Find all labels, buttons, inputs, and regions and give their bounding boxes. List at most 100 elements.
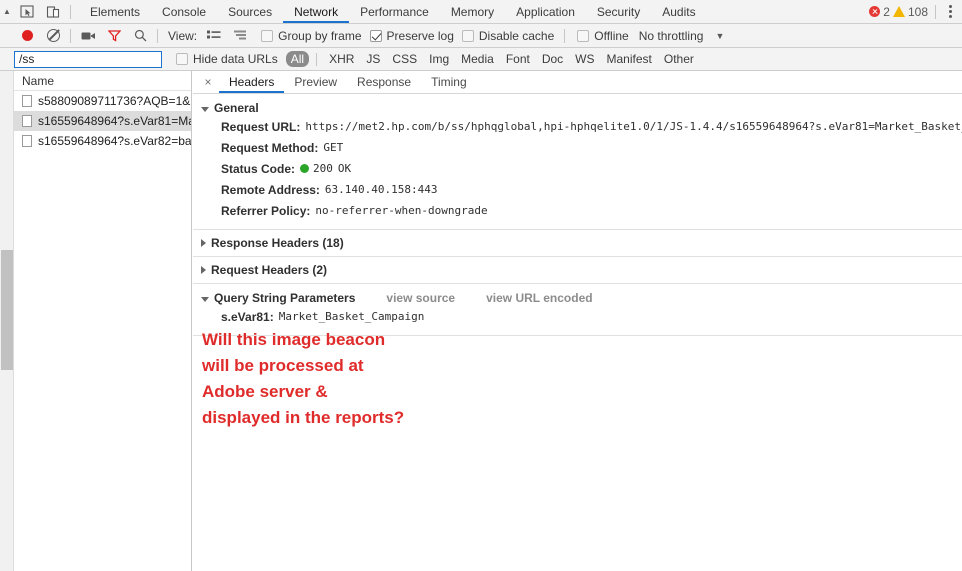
referrer-policy-value: no-referrer-when-downgrade: [315, 204, 488, 217]
status-code-row: Status Code: 200 OK: [201, 158, 962, 179]
response-headers-title: Response Headers (18): [211, 236, 344, 250]
preserve-log-label: Preserve log: [386, 28, 454, 43]
group-by-frame-checkbox[interactable]: Group by frame: [261, 28, 362, 43]
tab-elements[interactable]: Elements: [79, 0, 151, 23]
request-name: s16559648964?s.eVar81=Mar...: [38, 114, 191, 128]
disable-cache-checkbox[interactable]: Disable cache: [461, 28, 555, 43]
disable-cache-box: [461, 29, 474, 42]
chevron-right-icon: [201, 239, 206, 247]
warning-count-value: 108: [907, 4, 928, 19]
document-icon: [22, 95, 32, 107]
inspect-element-icon[interactable]: [14, 0, 40, 23]
filter-input[interactable]: [14, 50, 162, 68]
preserve-log-checkbox[interactable]: Preserve log: [369, 28, 454, 43]
filter-type-font[interactable]: Font: [501, 51, 535, 67]
tab-headers[interactable]: Headers: [219, 71, 284, 93]
error-icon: [869, 6, 881, 17]
filter-type-other[interactable]: Other: [659, 51, 699, 67]
devtools-window: ▲ Elements Console Sources Network Perfo…: [0, 0, 962, 571]
query-string-title: Query String Parameters: [214, 291, 356, 305]
group-by-frame-box: [261, 29, 274, 42]
general-section-title: General: [214, 101, 259, 115]
request-method-row: Request Method: GET: [201, 137, 962, 158]
general-section-header[interactable]: General: [201, 100, 962, 116]
offline-checkbox[interactable]: Offline: [577, 28, 629, 43]
tab-application[interactable]: Application: [505, 0, 586, 23]
detail-tabbar: × Headers Preview Response Timing: [193, 71, 962, 94]
tabbar-scroll-up-icon[interactable]: ▲: [0, 0, 14, 23]
status-code-text: OK: [337, 162, 352, 175]
camera-icon[interactable]: [75, 25, 101, 47]
record-button[interactable]: [14, 25, 40, 47]
annotation-line-2: will be processed at: [202, 356, 364, 375]
chevron-down-icon: [201, 296, 209, 302]
preserve-log-box: [369, 29, 382, 42]
request-url-row: Request URL: https://met2.hp.com/b/ss/hp…: [201, 116, 962, 137]
tab-security[interactable]: Security: [586, 0, 651, 23]
request-headers-title: Request Headers (2): [211, 263, 328, 277]
request-headers-header[interactable]: Request Headers (2): [201, 262, 962, 278]
tab-sources[interactable]: Sources: [217, 0, 283, 23]
view-source-link[interactable]: view source: [386, 291, 455, 305]
chevron-right-icon: [201, 266, 206, 274]
document-icon: [22, 135, 32, 147]
chevron-down-icon[interactable]: ▼: [715, 31, 724, 41]
query-string-header[interactable]: Query String Parameters view source view…: [201, 290, 962, 306]
filter-type-css[interactable]: CSS: [387, 51, 422, 67]
filter-type-manifest[interactable]: Manifest: [602, 51, 657, 67]
tab-memory[interactable]: Memory: [440, 0, 505, 23]
tab-performance[interactable]: Performance: [349, 0, 440, 23]
request-list-column-header: Name: [14, 71, 191, 91]
tab-timing[interactable]: Timing: [421, 71, 477, 93]
tab-console[interactable]: Console: [151, 0, 217, 23]
filter-type-media[interactable]: Media: [456, 51, 499, 67]
device-toolbar-icon[interactable]: [40, 0, 66, 23]
response-headers-section: Response Headers (18): [193, 230, 962, 257]
funnel-icon[interactable]: [101, 25, 127, 47]
filter-type-doc[interactable]: Doc: [537, 51, 568, 67]
warning-count-badge[interactable]: 108: [892, 4, 928, 19]
filter-bar: Hide data URLs All XHR JS CSS Img Media …: [0, 48, 962, 71]
request-method-value: GET: [323, 141, 344, 154]
request-url-key: Request URL:: [221, 119, 301, 134]
chevron-down-icon: [201, 106, 209, 112]
annotation-text: Will this image beacon will be processed…: [202, 327, 672, 431]
waterfall-view-icon[interactable]: [227, 25, 253, 47]
remote-address-key: Remote Address:: [221, 182, 320, 197]
filter-type-xhr[interactable]: XHR: [324, 51, 359, 67]
view-url-encoded-link[interactable]: view URL encoded: [486, 291, 592, 305]
tabbar-left-controls: ▲: [0, 0, 75, 23]
query-param-row: s.eVar81: Market_Basket_Campaign: [201, 306, 962, 327]
filter-type-all[interactable]: All: [285, 51, 310, 67]
tab-audits[interactable]: Audits: [651, 0, 706, 23]
toolbar-divider-3: [564, 28, 566, 43]
filter-type-js[interactable]: JS: [361, 51, 385, 67]
query-param-key: s.eVar81:: [221, 309, 274, 324]
left-scrollbar-thumb[interactable]: [1, 250, 13, 370]
group-by-frame-label: Group by frame: [278, 28, 362, 43]
request-url-value[interactable]: https://met2.hp.com/b/ss/hphqglobal,hpi-…: [305, 120, 962, 133]
response-headers-header[interactable]: Response Headers (18): [201, 235, 962, 251]
filter-type-ws[interactable]: WS: [570, 51, 599, 67]
throttling-select[interactable]: No throttling: [639, 29, 704, 43]
referrer-policy-key: Referrer Policy:: [221, 203, 311, 218]
search-icon[interactable]: [127, 25, 153, 47]
tab-network[interactable]: Network: [283, 0, 349, 23]
remote-address-value: 63.140.40.158:443: [324, 183, 438, 196]
error-count-badge[interactable]: 2: [869, 5, 890, 19]
offline-label: Offline: [594, 28, 629, 43]
table-row[interactable]: s58809089711736?AQB=1&n...: [14, 91, 191, 111]
table-row[interactable]: s16559648964?s.eVar81=Mar...: [14, 111, 191, 131]
kebab-menu-icon[interactable]: [943, 5, 958, 18]
table-row[interactable]: s16559648964?s.eVar82=ban...: [14, 131, 191, 151]
disable-cache-label: Disable cache: [478, 28, 555, 43]
hide-data-urls-checkbox[interactable]: Hide data URLs: [176, 52, 278, 66]
close-icon[interactable]: ×: [197, 71, 219, 93]
list-view-icon[interactable]: [201, 25, 227, 47]
tab-response[interactable]: Response: [347, 71, 421, 93]
clear-icon[interactable]: [40, 25, 66, 47]
filter-type-img[interactable]: Img: [424, 51, 454, 67]
tab-preview[interactable]: Preview: [284, 71, 347, 93]
left-scrollbar[interactable]: [0, 71, 14, 571]
view-label: View:: [168, 28, 198, 43]
